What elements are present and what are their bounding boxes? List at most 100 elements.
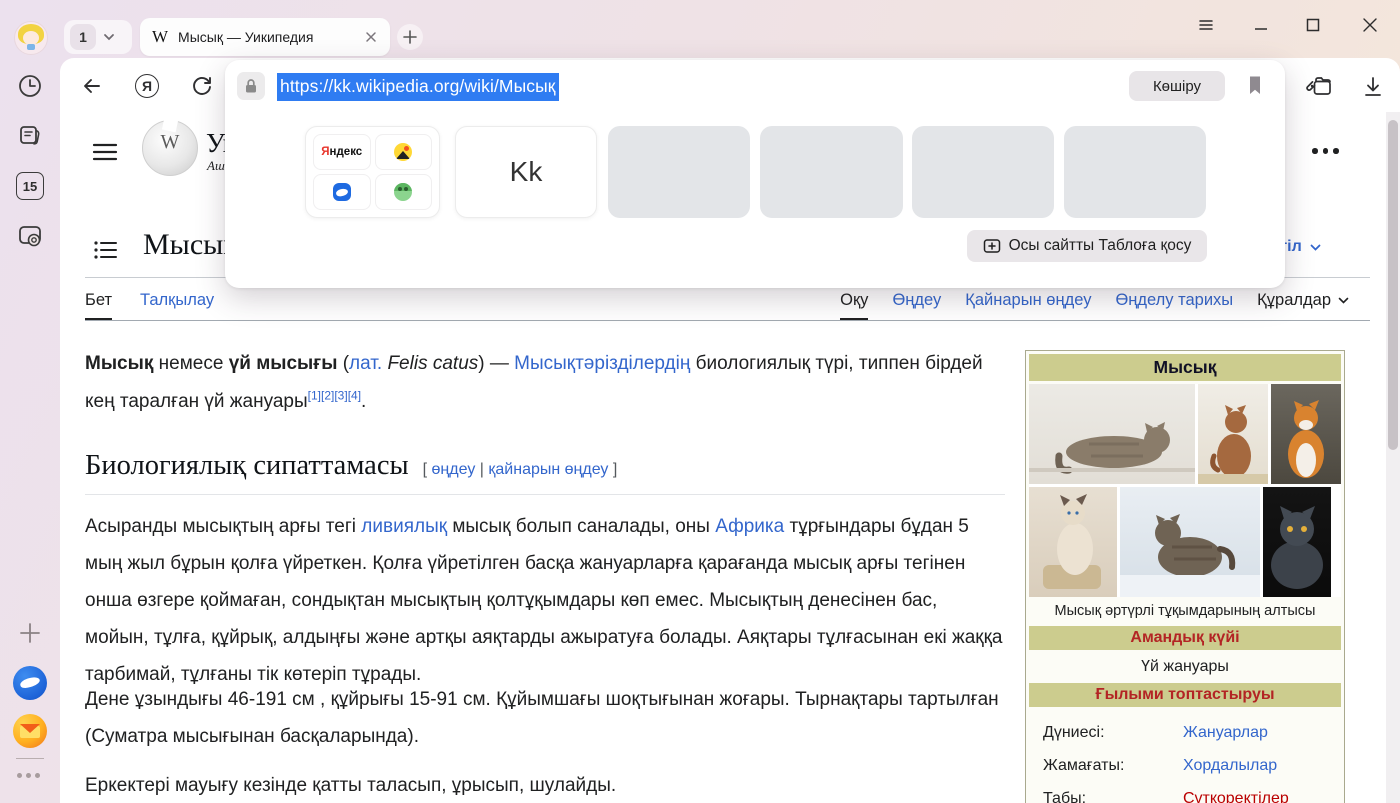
downloads-icon[interactable] [1358, 72, 1388, 102]
tab-close-icon[interactable] [364, 30, 378, 44]
ref-1[interactable]: [1] [308, 389, 321, 403]
lock-icon[interactable] [237, 72, 265, 100]
taxonomy-header: Ғылыми топтастыруы [1029, 683, 1341, 707]
infobox-caption: Мысық әртүрлі тұқымдарының алтысы [1029, 597, 1341, 626]
window-menu-button[interactable] [1196, 15, 1216, 35]
body-paragraph-1: Асыранды мысықтың арғы тегі ливиялық мыс… [85, 508, 1005, 693]
nav-divider [85, 320, 1370, 321]
tab-page[interactable]: Бет [85, 291, 112, 310]
wikipedia-globe: W [142, 120, 198, 176]
page-nav-right: Оқу Өңдеу Қайнарын өңдеу Өңделу тарихы Қ… [820, 291, 1350, 310]
tablo-tile-empty-4[interactable] [1064, 126, 1206, 218]
browser-logo-sail [19, 675, 41, 690]
screenshot-icon[interactable] [16, 222, 44, 250]
new-tab-button[interactable] [397, 24, 423, 50]
cat-photo-chartreux[interactable] [1263, 487, 1331, 597]
tablo-tile-current-site[interactable]: Kk [455, 126, 597, 218]
edit-link[interactable]: өңдеу [432, 461, 476, 478]
add-panel-icon[interactable] [16, 619, 44, 647]
cat-photo-siamese[interactable] [1029, 487, 1117, 597]
taxonomy-rows: Дүниесі: Жануарлар Жамағаты: Хордалылар … [1029, 710, 1341, 803]
tab-edit-source[interactable]: Қайнарын өңдеу [965, 291, 1091, 310]
yandex-browser-logo[interactable] [13, 666, 47, 700]
section-heading: Биологиялық сипаттамасы [85, 450, 409, 482]
status-header: Амандық күйі [1029, 626, 1341, 650]
tab-history[interactable]: Өңделу тарихы [1115, 291, 1233, 310]
back-icon[interactable] [78, 72, 106, 100]
calendar-badge[interactable]: 15 [16, 172, 44, 200]
wikipedia-logo[interactable]: W [142, 120, 200, 180]
taxon-rank: Жамағаты: [1043, 757, 1183, 775]
notes-icon[interactable] [16, 121, 44, 149]
yandex-games-icon[interactable] [375, 174, 433, 210]
tab-group-selector[interactable]: 1 [64, 20, 132, 54]
ref-3[interactable]: [3] [334, 389, 347, 403]
taxon-link-class[interactable]: Сүтқоректілер [1183, 790, 1289, 803]
scrollbar-thumb[interactable] [1388, 120, 1398, 450]
tab-edit[interactable]: Өңдеу [892, 291, 941, 310]
add-to-tablo-label: Осы сайтты Таблоға қосу [1009, 237, 1192, 255]
cat-photo-abyssinian[interactable] [1198, 384, 1268, 484]
felidae-link[interactable]: Мысықтәрізділердің [514, 353, 690, 374]
tablo-tile-yandex[interactable]: Яндекс [305, 126, 440, 218]
wiki-menu-icon[interactable] [92, 139, 118, 165]
edit-source-link[interactable]: қайнарын өңдеу [488, 461, 608, 478]
yandex-logo[interactable]: Яндекс [313, 134, 371, 170]
window-maximize-button[interactable] [1303, 15, 1323, 35]
window-minimize-button[interactable] [1251, 15, 1271, 35]
taxon-rank: Табы: [1043, 790, 1183, 803]
url-input[interactable]: https://kk.wikipedia.org/wiki/Мысық [277, 73, 559, 101]
add-to-tablo-button[interactable]: Осы сайтты Таблоға қосу [967, 230, 1207, 262]
ref-2[interactable]: [2] [321, 389, 334, 403]
body-paragraph-2: Дене ұзындығы 46-191 см , құйрығы 15-91 … [85, 681, 1005, 755]
tab-read[interactable]: Оқу [840, 291, 868, 310]
tab-tools[interactable]: Құралдар [1257, 291, 1350, 310]
yandex-letter: Я [135, 74, 159, 98]
yandex-images-icon[interactable] [375, 134, 433, 170]
cat-photo-snow-tabby[interactable] [1120, 487, 1260, 597]
mail-flap [20, 724, 40, 733]
body-paragraph-3: Еркектері мауығу кезінде қатты таласып, … [85, 767, 1005, 803]
active-tab[interactable]: W Мысық — Уикипедия [140, 18, 390, 56]
tablo-tile-empty-3[interactable] [912, 126, 1054, 218]
avatar-face [23, 31, 39, 45]
bookmark-icon[interactable] [1243, 73, 1267, 97]
omnibox-popup: https://kk.wikipedia.org/wiki/Мысық Көші… [225, 60, 1285, 288]
table-row: Дүниесі: Жануарлар [1043, 716, 1337, 749]
cat-photo-ginger[interactable] [1271, 384, 1341, 484]
tablo-tile-empty-1[interactable] [608, 126, 750, 218]
collections-icon[interactable] [1305, 72, 1335, 102]
taxon-link-phylum[interactable]: Хордалылар [1183, 757, 1277, 775]
chevron-down-icon [1309, 241, 1322, 254]
africa-link[interactable]: Африка [715, 516, 784, 537]
history-icon[interactable] [16, 72, 44, 100]
tablo-tile-empty-2[interactable] [760, 126, 903, 218]
sidebar-divider [16, 758, 44, 759]
lead-paragraph: Мысық немесе үй мысығы (лат. Felis catus… [85, 345, 985, 421]
contents-list-icon[interactable] [92, 237, 118, 263]
table-row: Табы: Сүтқоректілер [1043, 782, 1337, 803]
copy-url-button[interactable]: Көшіру [1129, 71, 1225, 101]
refresh-icon[interactable] [188, 72, 216, 100]
tab-tools-label: Құралдар [1257, 291, 1331, 310]
yandex-mail-icon[interactable] [13, 714, 47, 748]
taxon-link-kingdom[interactable]: Жануарлар [1183, 724, 1268, 742]
profile-avatar[interactable] [14, 21, 48, 55]
page-title: Мысық [143, 228, 238, 262]
wikipedia-favicon: W [152, 27, 168, 47]
ref-4[interactable]: [4] [348, 389, 361, 403]
tab-talk[interactable]: Талқылау [140, 291, 214, 310]
yandex-search-icon[interactable]: Я [133, 72, 161, 100]
status-value: Үй жануары [1029, 653, 1341, 683]
wiki-more-icon[interactable] [1312, 148, 1339, 154]
cat-photo-tabby-shelf[interactable] [1029, 384, 1195, 484]
chevron-down-icon [102, 30, 116, 44]
sidebar-more-icon[interactable] [17, 773, 40, 778]
edit-section-links: [ өңдеу | қайнарын өңдеу ] [423, 461, 618, 479]
yandex-disk-icon[interactable] [313, 174, 371, 210]
taxon-rank: Дүниесі: [1043, 724, 1183, 742]
window-close-button[interactable] [1360, 15, 1380, 35]
libyan-cat-link[interactable]: ливиялық [361, 516, 447, 537]
page-nav-left: Бет Талқылау [85, 291, 214, 310]
latin-link[interactable]: лат. [349, 353, 382, 374]
